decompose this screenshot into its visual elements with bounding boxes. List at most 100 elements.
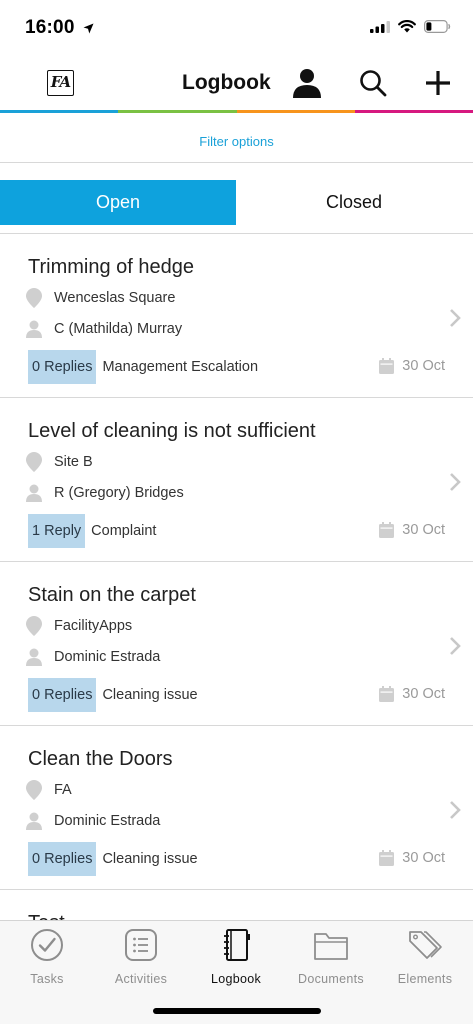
map-pin-icon [26, 616, 42, 636]
calendar-icon [379, 522, 395, 538]
entry-user-row: Dominic Estrada [26, 812, 160, 830]
folder-icon [314, 933, 348, 960]
entry-date: 30 Oct [402, 358, 445, 374]
reply-count-badge: 0 Replies [28, 350, 97, 384]
battery-icon [424, 20, 451, 33]
reply-count-badge: 1 Reply [28, 514, 86, 548]
status-segmented-control: Open Closed [0, 180, 473, 225]
entry-location-row: FA [26, 780, 72, 800]
map-pin-icon [26, 452, 42, 472]
entry-date-group: 30 Oct [379, 686, 445, 702]
reply-count-badge: 0 Replies [28, 842, 97, 876]
tab-documents[interactable]: Documents [284, 927, 378, 986]
status-time: 16:00 [25, 17, 94, 39]
entry-user: Dominic Estrada [54, 813, 161, 829]
wifi-icon [398, 20, 416, 33]
tab-label: Logbook [210, 972, 262, 986]
entry-location-row: Site B [26, 452, 93, 472]
add-entry-button[interactable] [421, 66, 455, 100]
entry-meta-row: 0 Replies Management Escalation [28, 350, 258, 384]
entry-meta-row: 1 Reply Complaint [28, 514, 156, 548]
entry-user: C (Mathilda) Murray [54, 321, 183, 337]
entry-location: Wenceslas Square [54, 290, 176, 306]
entry-title: Stain on the carpet [28, 584, 196, 606]
map-pin-icon [26, 288, 42, 308]
entry-date: 30 Oct [402, 686, 445, 702]
entry-location-row: Wenceslas Square [26, 288, 175, 308]
entry-location: Site B [54, 454, 93, 470]
logbook-list: Trimming of hedge Wenceslas Square C (Ma… [0, 234, 473, 920]
logbook-entry[interactable]: Test [0, 890, 473, 920]
page-title: Logbook [182, 71, 271, 94]
profile-button[interactable] [290, 66, 324, 100]
entry-category: Cleaning issue [102, 687, 198, 703]
entry-user-row: Dominic Estrada [26, 648, 160, 666]
entry-category: Management Escalation [102, 359, 259, 375]
person-icon [26, 484, 42, 502]
logbook-entry[interactable]: Clean the Doors FA Dominic Estrada 0 Rep… [0, 726, 473, 890]
entry-date-group: 30 Oct [379, 522, 445, 538]
status-bar: 16:00 [0, 0, 473, 56]
tags-icon [409, 931, 442, 959]
segment-open[interactable]: Open [0, 180, 236, 225]
entry-category: Complaint [91, 523, 157, 539]
tab-label: Elements [397, 972, 453, 986]
chevron-right-icon [450, 637, 461, 655]
search-icon [360, 70, 387, 97]
chevron-right-icon [450, 473, 461, 491]
entry-title: Level of cleaning is not sufficient [28, 420, 316, 442]
entry-date-group: 30 Oct [379, 358, 445, 374]
calendar-icon [379, 850, 395, 866]
entry-location: FacilityApps [54, 618, 133, 634]
reply-count-badge: 0 Replies [28, 678, 97, 712]
status-icons [370, 20, 451, 33]
plus-icon [426, 71, 450, 95]
tab-elements[interactable]: Elements [378, 927, 472, 986]
logbook-entry[interactable]: Trimming of hedge Wenceslas Square C (Ma… [0, 234, 473, 398]
search-button[interactable] [356, 66, 390, 100]
logbook-entry[interactable]: Stain on the carpet FacilityApps Dominic… [0, 562, 473, 726]
calendar-icon [379, 686, 395, 702]
entry-meta-row: 0 Replies Cleaning issue [28, 842, 198, 876]
app-header: FA Logbook [0, 56, 473, 110]
list-icon [125, 929, 157, 961]
tab-label: Documents [298, 972, 364, 986]
tab-label: Tasks [30, 972, 64, 986]
chevron-right-icon [450, 801, 461, 819]
entry-location-row: FacilityApps [26, 616, 132, 636]
entry-category: Cleaning issue [102, 851, 198, 867]
location-arrow-icon [83, 23, 94, 34]
entry-location: FA [54, 782, 72, 798]
entry-date: 30 Oct [402, 522, 445, 538]
logbook-entry[interactable]: Level of cleaning is not sufficient Site… [0, 398, 473, 562]
check-circle-icon [31, 929, 63, 961]
entry-user-row: C (Mathilda) Murray [26, 320, 182, 338]
home-indicator [153, 1008, 321, 1014]
chevron-right-icon [450, 309, 461, 327]
calendar-icon [379, 358, 395, 374]
entry-user: R (Gregory) Bridges [54, 485, 184, 501]
segment-closed[interactable]: Closed [236, 180, 472, 225]
clock-text: 16:00 [25, 17, 75, 38]
entry-title: Clean the Doors [28, 748, 173, 770]
tab-label: Activities [114, 972, 168, 986]
filter-options-link[interactable]: Filter options [0, 113, 473, 163]
map-pin-icon [26, 780, 42, 800]
entry-user: Dominic Estrada [54, 649, 161, 665]
entry-title: Test [28, 912, 65, 920]
tab-tasks[interactable]: Tasks [0, 927, 94, 986]
tab-logbook[interactable]: Logbook [189, 927, 283, 986]
person-icon [26, 812, 42, 830]
entry-date: 30 Oct [402, 850, 445, 866]
cellular-signal-icon [370, 20, 390, 33]
person-icon [26, 648, 42, 666]
entry-user-row: R (Gregory) Bridges [26, 484, 184, 502]
entry-date-group: 30 Oct [379, 850, 445, 866]
app-logo[interactable]: FA [47, 70, 74, 96]
entry-meta-row: 0 Replies Cleaning issue [28, 678, 198, 712]
entry-title: Trimming of hedge [28, 256, 194, 278]
tab-activities[interactable]: Activities [94, 927, 188, 986]
user-icon [293, 69, 321, 98]
notebook-icon [224, 929, 250, 961]
person-icon [26, 320, 42, 338]
